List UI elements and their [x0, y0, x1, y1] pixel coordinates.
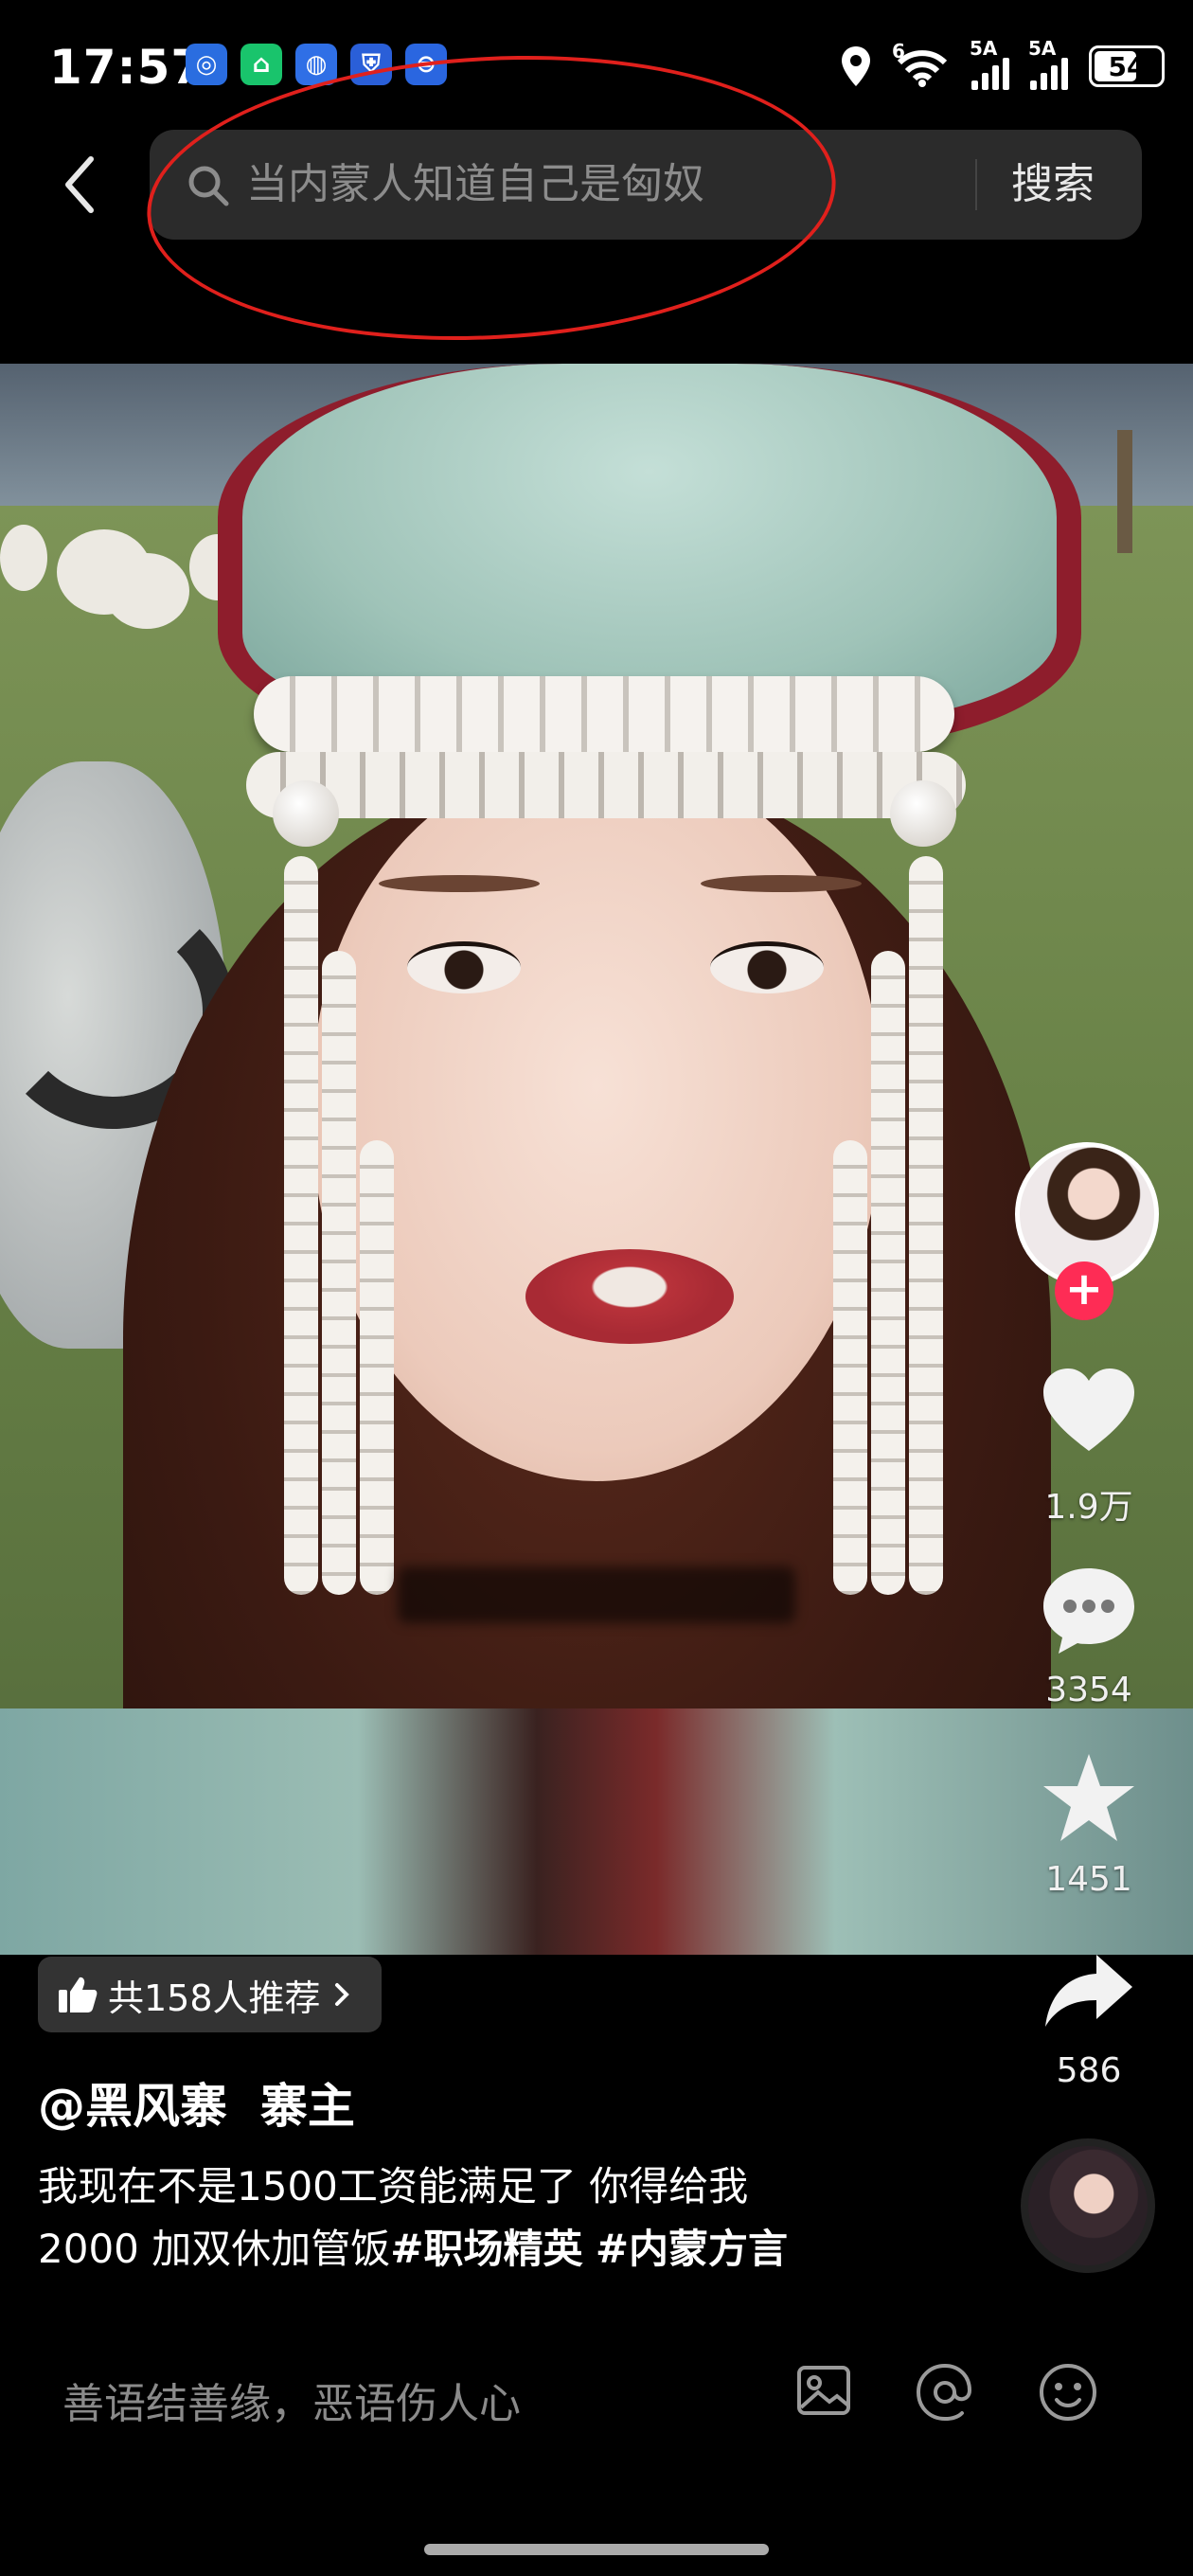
like-heart-icon[interactable] [1040, 1366, 1138, 1455]
signal-icon: 5A [970, 37, 1009, 90]
thumbs-up-icon [59, 1977, 98, 2012]
chevron-right-icon [334, 1983, 349, 2006]
clothing [0, 1708, 1193, 1955]
follow-plus-icon[interactable]: + [1055, 1261, 1113, 1320]
wifi-label: 6 [892, 40, 905, 63]
status-time: 17:57 [49, 40, 205, 95]
video-player[interactable] [0, 364, 1193, 1955]
pearl-strand [360, 1140, 394, 1595]
image-icon[interactable] [793, 2360, 854, 2421]
hashtag[interactable]: #职场精英 [390, 2226, 582, 2272]
recommend-label: 共158人推荐 [108, 1977, 321, 2019]
description-line: 我现在不是1500工资能满足了 你得给我 [38, 2163, 749, 2209]
hashtag[interactable]: #内蒙方言 [596, 2226, 788, 2272]
battery-icon: 54 [1089, 45, 1165, 87]
share-arrow-icon[interactable] [1042, 1951, 1136, 2030]
signal-icon: 5A [1028, 37, 1068, 90]
wifi-icon: 6 [892, 40, 951, 87]
comment-input[interactable]: 善语结善缘，恶语伤人心 [62, 2370, 521, 2430]
search-divider [975, 159, 977, 210]
sheep [0, 525, 47, 591]
pearl-strand [322, 951, 356, 1595]
share-count: 586 [1056, 2051, 1122, 2090]
app-notification-icon: ◎ [186, 44, 227, 85]
pearl-strand [284, 856, 318, 1595]
home-indicator[interactable] [424, 2544, 769, 2555]
system-icons: 6 5A 5A 54 [839, 37, 1165, 95]
pearl-strand [871, 951, 905, 1595]
recommend-pill[interactable]: 共158人推荐 [38, 1957, 382, 2032]
pearl-headband [246, 752, 966, 818]
like-count: 1.9万 [1044, 1488, 1133, 1527]
subtitle-overlay [398, 1566, 795, 1623]
pearl [890, 780, 956, 847]
emoji-icon[interactable] [1036, 2360, 1100, 2424]
pearl-headband [254, 676, 954, 752]
description-line: 2000 加双休加管饭#职场精英 #内蒙方言 [38, 2218, 947, 2281]
favorite-star-icon[interactable] [1040, 1750, 1138, 1845]
eyebrow [379, 875, 540, 892]
description-text: 2000 加双休加管饭 [38, 2226, 391, 2272]
eye [407, 941, 521, 993]
post-description: 我现在不是1500工资能满足了 你得给我 2000 加双休加管饭#职场精英 #内… [38, 2156, 947, 2281]
face [312, 761, 881, 1481]
signal-label: 5A [1028, 37, 1057, 60]
location-icon [842, 46, 870, 86]
pearl [273, 780, 339, 847]
mouth [525, 1249, 734, 1344]
pearl-strand [909, 856, 943, 1595]
eyebrow [701, 875, 862, 892]
favorite-count: 1451 [1045, 1860, 1132, 1899]
music-disc[interactable] [1021, 2138, 1155, 2273]
sheep [104, 553, 189, 629]
signal-label: 5A [970, 37, 998, 60]
author-name[interactable]: @黑风寨 寨主 [38, 2068, 355, 2137]
comment-icon[interactable] [1040, 1563, 1138, 1657]
back-arrow-icon[interactable] [57, 152, 104, 218]
eye [710, 941, 824, 993]
pearl-strand [833, 1140, 867, 1595]
mention-icon[interactable] [913, 2360, 977, 2424]
comment-count: 3354 [1045, 1671, 1132, 1709]
battery-level: 54 [1108, 50, 1146, 82]
app-notification-icon: ⌂ [240, 44, 282, 85]
search-button[interactable]: 搜索 [1011, 152, 1095, 218]
pole [1117, 430, 1132, 553]
